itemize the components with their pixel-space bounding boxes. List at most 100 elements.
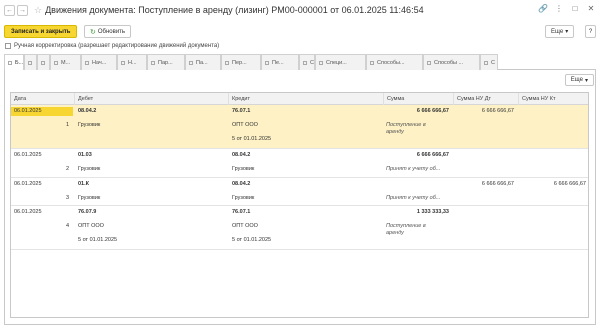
close-icon[interactable]: ✕ (586, 4, 596, 13)
tab-label: С (310, 59, 314, 66)
tab-label: Па... (196, 59, 208, 66)
tab-14[interactable]: Способы ... (423, 54, 480, 70)
tab-8[interactable]: Па... (185, 54, 221, 70)
tab-label: Н... (128, 59, 137, 66)
tab-5[interactable]: Нач... (81, 54, 117, 70)
help-button[interactable]: ? (585, 25, 596, 38)
row-date: 06.01.2025 (14, 152, 42, 158)
tab-label: Б... (15, 59, 24, 66)
debit-account: 01.03 (78, 152, 92, 158)
tab-10[interactable]: Пе... (261, 54, 299, 70)
refresh-icon: ↻ (90, 28, 96, 36)
column-header-date[interactable]: Дата (11, 93, 74, 105)
credit-account: 08.04.2 (232, 152, 251, 158)
movements-table[interactable]: Дата Дебет Кредит Сумма Сумма НУ Дт Сумм… (10, 92, 589, 318)
window-title: Движения документа: Поступление в аренду… (45, 5, 424, 15)
more-button[interactable]: Еще ▾ (545, 25, 575, 38)
table-row[interactable]: 06.01.2025 3 01.К Грузовик 08.04.2 Грузо… (11, 178, 588, 206)
tab-15[interactable]: С (480, 54, 498, 70)
row-sum-nu-dt: 6 666 666,67 (481, 108, 514, 114)
debit-subconto-1: Грузовик (78, 122, 101, 128)
link-icon[interactable]: 🔗 (538, 4, 548, 13)
tab-12[interactable]: Специ... (315, 54, 366, 70)
row-sum: 1 333 333,33 (416, 209, 449, 215)
credit-subconto-2: 5 от 01.01.2025 (232, 136, 272, 142)
debit-account: 08.04.2 (78, 108, 97, 114)
table-row[interactable]: 06.01.2025 2 01.03 Грузовик 08.04.2 Груз… (11, 149, 588, 178)
back-button[interactable]: ← (4, 4, 15, 16)
row-content-line1: Принят к учету об... (386, 195, 441, 201)
tab-label: Специ... (326, 59, 347, 66)
tab-11[interactable]: С (299, 54, 315, 70)
manual-adjust-row: Ручная корректировка (разрешает редактир… (5, 43, 219, 49)
forward-button[interactable]: → (17, 4, 28, 16)
column-header-debit[interactable]: Дебет (74, 93, 228, 105)
tab-6[interactable]: Н... (117, 54, 147, 70)
more-label: Еще (551, 28, 564, 35)
chevron-down-icon: ▾ (584, 77, 588, 84)
row-sum: 6 666 666,67 (416, 108, 449, 114)
row-number: 4 (66, 223, 70, 229)
credit-subconto-1: Грузовик (232, 166, 255, 172)
table-row[interactable]: 06.01.2025 1 08.04.2 Грузовик 76.07.1 ОП… (11, 105, 588, 149)
column-header-credit[interactable]: Кредит (228, 93, 383, 105)
tab-7[interactable]: Пар... (147, 54, 185, 70)
tab-icon (85, 60, 89, 65)
tab-9[interactable]: Пер... (221, 54, 261, 70)
more-icon[interactable]: ⋮ (554, 4, 564, 13)
row-content-line1: Поступление в (386, 122, 426, 128)
debit-subconto-2: 5 от 01.01.2025 (78, 237, 118, 243)
tab-label: Пе... (272, 59, 284, 66)
table-row[interactable]: 06.01.2025 4 76.07.9 ОПТ ООО 5 от 01.01.… (11, 206, 588, 250)
tab-icon (28, 60, 32, 65)
panel-more-label: Еще (570, 77, 583, 83)
column-header-sum-nu-dt[interactable]: Сумма НУ Дт (453, 93, 518, 105)
debit-subconto-1: Грузовик (78, 195, 101, 201)
row-sum-nu-kt: 6 666 666,67 (553, 181, 586, 187)
tab-icon (319, 60, 323, 65)
tab-label: М... (61, 59, 71, 66)
credit-account: 76.07.1 (232, 209, 251, 215)
row-sum: 6 666 666,67 (416, 152, 449, 158)
tab-icon (41, 60, 45, 65)
row-number: 3 (66, 195, 70, 201)
tab-icon (370, 60, 374, 65)
row-number: 1 (66, 122, 70, 128)
title-bar: ← → ☆ Движения документа: Поступление в … (0, 0, 600, 20)
tab-icon (225, 60, 229, 65)
tab-label: Нач... (92, 59, 107, 66)
row-date: 06.01.2025 (14, 181, 42, 187)
panel-more-button[interactable]: Еще ▾ (564, 74, 594, 86)
manual-adjust-label: Ручная корректировка (разрешает редактир… (14, 43, 220, 49)
column-header-sum-nu-kt[interactable]: Сумма НУ Кт (518, 93, 588, 105)
column-header-sum[interactable]: Сумма (383, 93, 453, 105)
row-content-line1: Принят к учету об... (386, 166, 441, 172)
manual-adjust-checkbox[interactable] (5, 43, 11, 49)
tab-icon (427, 60, 431, 65)
tab-icon (54, 60, 58, 65)
row-sum-nu-dt: 6 666 666,67 (481, 181, 514, 187)
tab-4[interactable]: М... (50, 54, 81, 70)
star-icon[interactable]: ☆ (34, 5, 42, 16)
tab-3[interactable] (37, 54, 50, 70)
tab-1[interactable]: Б... (4, 54, 24, 70)
refresh-button[interactable]: ↻ Обновить (84, 25, 132, 38)
debit-account: 01.К (78, 181, 90, 187)
credit-subconto-2: 5 от 01.01.2025 (232, 237, 272, 243)
debit-subconto-1: Грузовик (78, 166, 101, 172)
tab-2[interactable] (24, 54, 37, 70)
row-content-line2: аренду (386, 230, 404, 236)
maximize-icon[interactable]: □ (570, 4, 580, 13)
back-arrow-icon: ← (6, 6, 13, 14)
row-date: 06.01.2025 (14, 209, 42, 215)
tab-icon (189, 60, 193, 65)
credit-subconto-1: Грузовик (232, 195, 255, 201)
save-and-close-button[interactable]: Записать и закрыть (4, 25, 78, 38)
credit-subconto-1: ОПТ ООО (232, 122, 258, 128)
tab-label: Способы ... (434, 59, 464, 66)
tab-icon (484, 60, 488, 65)
chevron-down-icon: ▾ (565, 29, 569, 35)
tab-icon (151, 60, 155, 65)
tab-13[interactable]: Способы... (366, 54, 423, 70)
toolbar: Записать и закрыть ↻ Обновить Еще ▾ ? (4, 25, 596, 39)
